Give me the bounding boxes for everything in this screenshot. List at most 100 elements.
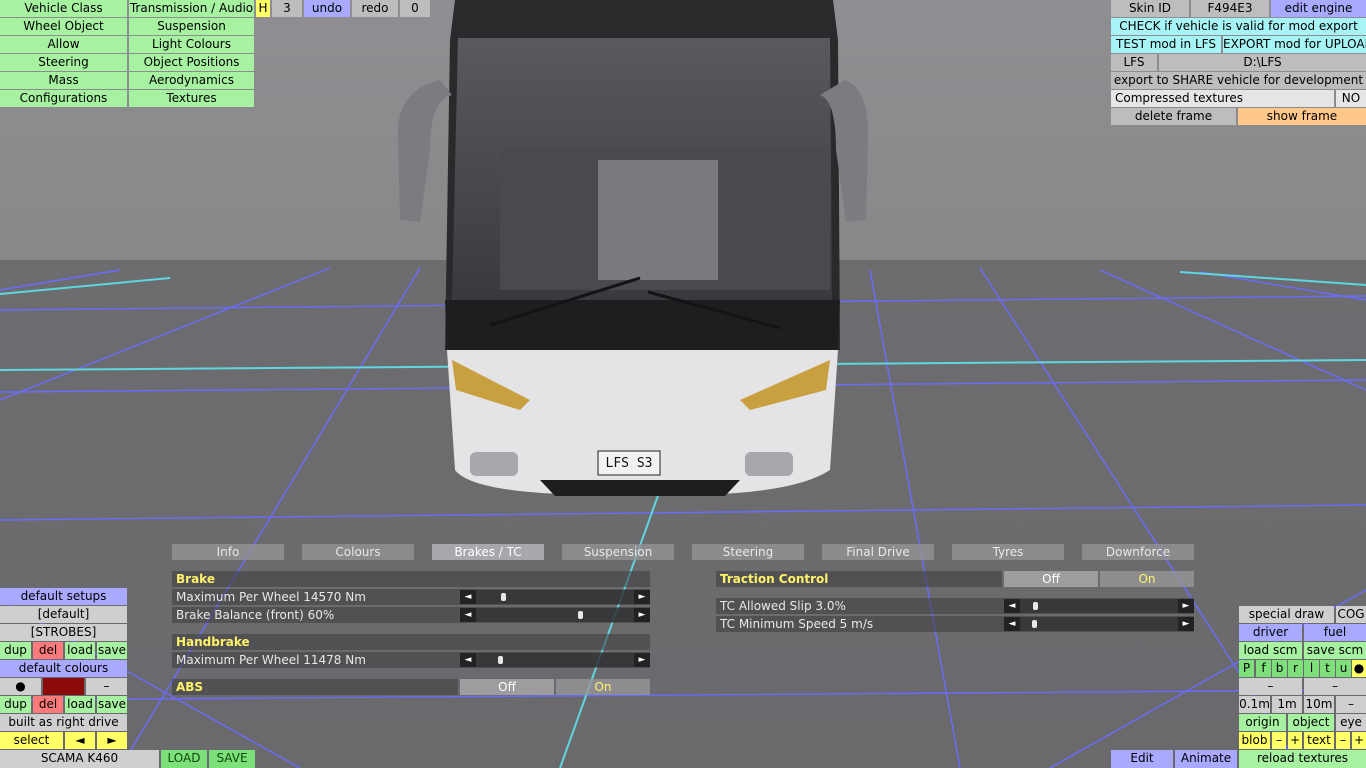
slider-left-arrow[interactable]: ◄ — [460, 590, 476, 604]
view-u-button[interactable]: u — [1336, 660, 1351, 677]
dash-button-1[interactable]: – — [1239, 678, 1302, 695]
view-t-button[interactable]: t — [1320, 660, 1335, 677]
skin-id-value[interactable]: F494E3 — [1191, 0, 1269, 17]
tab-tyres[interactable]: Tyres — [952, 544, 1064, 560]
handbrake-max-per-wheel-slider[interactable]: ◄ ► — [460, 653, 650, 667]
setup-save-button[interactable]: save — [97, 642, 127, 659]
colour-swatch[interactable] — [43, 678, 84, 695]
select-next-button[interactable]: ► — [97, 732, 127, 749]
steering-button[interactable]: Steering — [0, 54, 127, 71]
export-share-button[interactable]: export to SHARE vehicle for development — [1111, 72, 1366, 89]
tab-suspension[interactable]: Suspension — [562, 544, 674, 560]
step-0-1m-button[interactable]: 0.1m — [1239, 696, 1270, 713]
three-button[interactable]: 3 — [272, 0, 302, 17]
view-r-button[interactable]: r — [1288, 660, 1303, 677]
load-scm-button[interactable]: load scm — [1239, 642, 1302, 659]
brake-max-per-wheel-slider[interactable]: ◄ ► — [460, 590, 650, 604]
colour-dash-button[interactable]: – — [86, 678, 127, 695]
special-draw-button[interactable]: special draw — [1239, 606, 1334, 623]
animate-mode-button[interactable]: Animate — [1175, 750, 1237, 768]
load-button[interactable]: LOAD — [161, 750, 207, 768]
slider-knob[interactable] — [1033, 602, 1039, 610]
setup-load-button[interactable]: load — [65, 642, 95, 659]
textures-button[interactable]: Textures — [129, 90, 254, 107]
cog-button[interactable]: COG — [1336, 606, 1366, 623]
view-l-button[interactable]: l — [1304, 660, 1319, 677]
slider-right-arrow[interactable]: ► — [634, 590, 650, 604]
view-p-button[interactable]: P — [1239, 660, 1254, 677]
compressed-textures-toggle[interactable]: NO — [1336, 90, 1366, 107]
object-positions-button[interactable]: Object Positions — [129, 54, 254, 71]
slider-knob[interactable] — [498, 656, 504, 664]
slider-right-arrow[interactable]: ► — [634, 608, 650, 622]
test-mod-button[interactable]: TEST mod in LFS — [1111, 36, 1221, 53]
tc-off-button[interactable]: Off — [1004, 571, 1098, 587]
save-scm-button[interactable]: save scm — [1304, 642, 1366, 659]
tab-steering[interactable]: Steering — [692, 544, 804, 560]
abs-on-button[interactable]: On — [556, 679, 650, 695]
blob-minus-button[interactable]: – — [1272, 732, 1286, 749]
redo-button[interactable]: redo — [352, 0, 398, 17]
eye-button[interactable]: eye — [1336, 714, 1366, 731]
step-10m-button[interactable]: 10m — [1304, 696, 1334, 713]
setup-dup-button[interactable]: dup — [0, 642, 31, 659]
slider-left-arrow[interactable]: ◄ — [1004, 617, 1020, 631]
show-frame-button[interactable]: show frame — [1238, 108, 1366, 125]
fuel-button[interactable]: fuel — [1304, 624, 1366, 641]
tab-info[interactable]: Info — [172, 544, 284, 560]
reload-textures-button[interactable]: reload textures — [1239, 750, 1366, 768]
aerodynamics-button[interactable]: Aerodynamics — [129, 72, 254, 89]
tc-on-button[interactable]: On — [1100, 571, 1194, 587]
slider-left-arrow[interactable]: ◄ — [1004, 599, 1020, 613]
colour-save-button[interactable]: save — [97, 696, 127, 713]
colour-del-button[interactable]: del — [33, 696, 63, 713]
zero-button[interactable]: 0 — [400, 0, 430, 17]
slider-left-arrow[interactable]: ◄ — [460, 653, 476, 667]
tab-colours[interactable]: Colours — [302, 544, 414, 560]
edit-engine-button[interactable]: edit engine — [1271, 0, 1366, 17]
slider-left-arrow[interactable]: ◄ — [460, 608, 476, 622]
transmission-audio-button[interactable]: Transmission / Audio — [129, 0, 254, 17]
export-mod-button[interactable]: EXPORT mod for UPLOAD — [1223, 36, 1366, 53]
slider-knob[interactable] — [501, 593, 507, 601]
blob-plus-button[interactable]: + — [1288, 732, 1302, 749]
origin-button[interactable]: origin — [1239, 714, 1286, 731]
object-button[interactable]: object — [1288, 714, 1334, 731]
dash-button-2[interactable]: – — [1304, 678, 1366, 695]
driver-button[interactable]: driver — [1239, 624, 1302, 641]
allow-button[interactable]: Allow — [0, 36, 127, 53]
configurations-button[interactable]: Configurations — [0, 90, 127, 107]
text-plus-button[interactable]: + — [1352, 732, 1366, 749]
lfs-path-field[interactable]: D:\LFS — [1159, 54, 1366, 71]
step-1m-button[interactable]: 1m — [1272, 696, 1302, 713]
select-prev-button[interactable]: ◄ — [65, 732, 95, 749]
setup-del-button[interactable]: del — [33, 642, 63, 659]
check-valid-button[interactable]: CHECK if vehicle is valid for mod export — [1111, 18, 1366, 35]
mass-button[interactable]: Mass — [0, 72, 127, 89]
tab-downforce[interactable]: Downforce — [1082, 544, 1194, 560]
colour-dup-button[interactable]: dup — [0, 696, 31, 713]
default-setups-button[interactable]: default setups — [0, 588, 127, 605]
edit-mode-button[interactable]: Edit — [1111, 750, 1173, 768]
view-b-button[interactable]: b — [1272, 660, 1287, 677]
colour-dot-button[interactable]: ● — [0, 678, 41, 695]
suspension-button[interactable]: Suspension — [129, 18, 254, 35]
h-button[interactable]: H — [256, 0, 270, 17]
wheel-object-button[interactable]: Wheel Object — [0, 18, 127, 35]
undo-button[interactable]: undo — [304, 0, 350, 17]
slider-knob[interactable] — [577, 611, 583, 619]
step-dash-button[interactable]: – — [1336, 696, 1366, 713]
tc-minimum-speed-slider[interactable]: ◄ ► — [1004, 617, 1194, 631]
text-minus-button[interactable]: – — [1336, 732, 1350, 749]
built-as-right-drive-toggle[interactable]: built as right drive — [0, 714, 127, 731]
delete-frame-button[interactable]: delete frame — [1111, 108, 1236, 125]
vehicle-class-button[interactable]: Vehicle Class — [0, 0, 127, 17]
light-colours-button[interactable]: Light Colours — [129, 36, 254, 53]
abs-off-button[interactable]: Off — [460, 679, 554, 695]
brake-balance-slider[interactable]: ◄ ► — [460, 608, 650, 622]
slider-right-arrow[interactable]: ► — [634, 653, 650, 667]
slider-right-arrow[interactable]: ► — [1178, 617, 1194, 631]
slider-knob[interactable] — [1031, 620, 1037, 628]
slider-right-arrow[interactable]: ► — [1178, 599, 1194, 613]
setup-default-item[interactable]: [default] — [0, 606, 127, 623]
